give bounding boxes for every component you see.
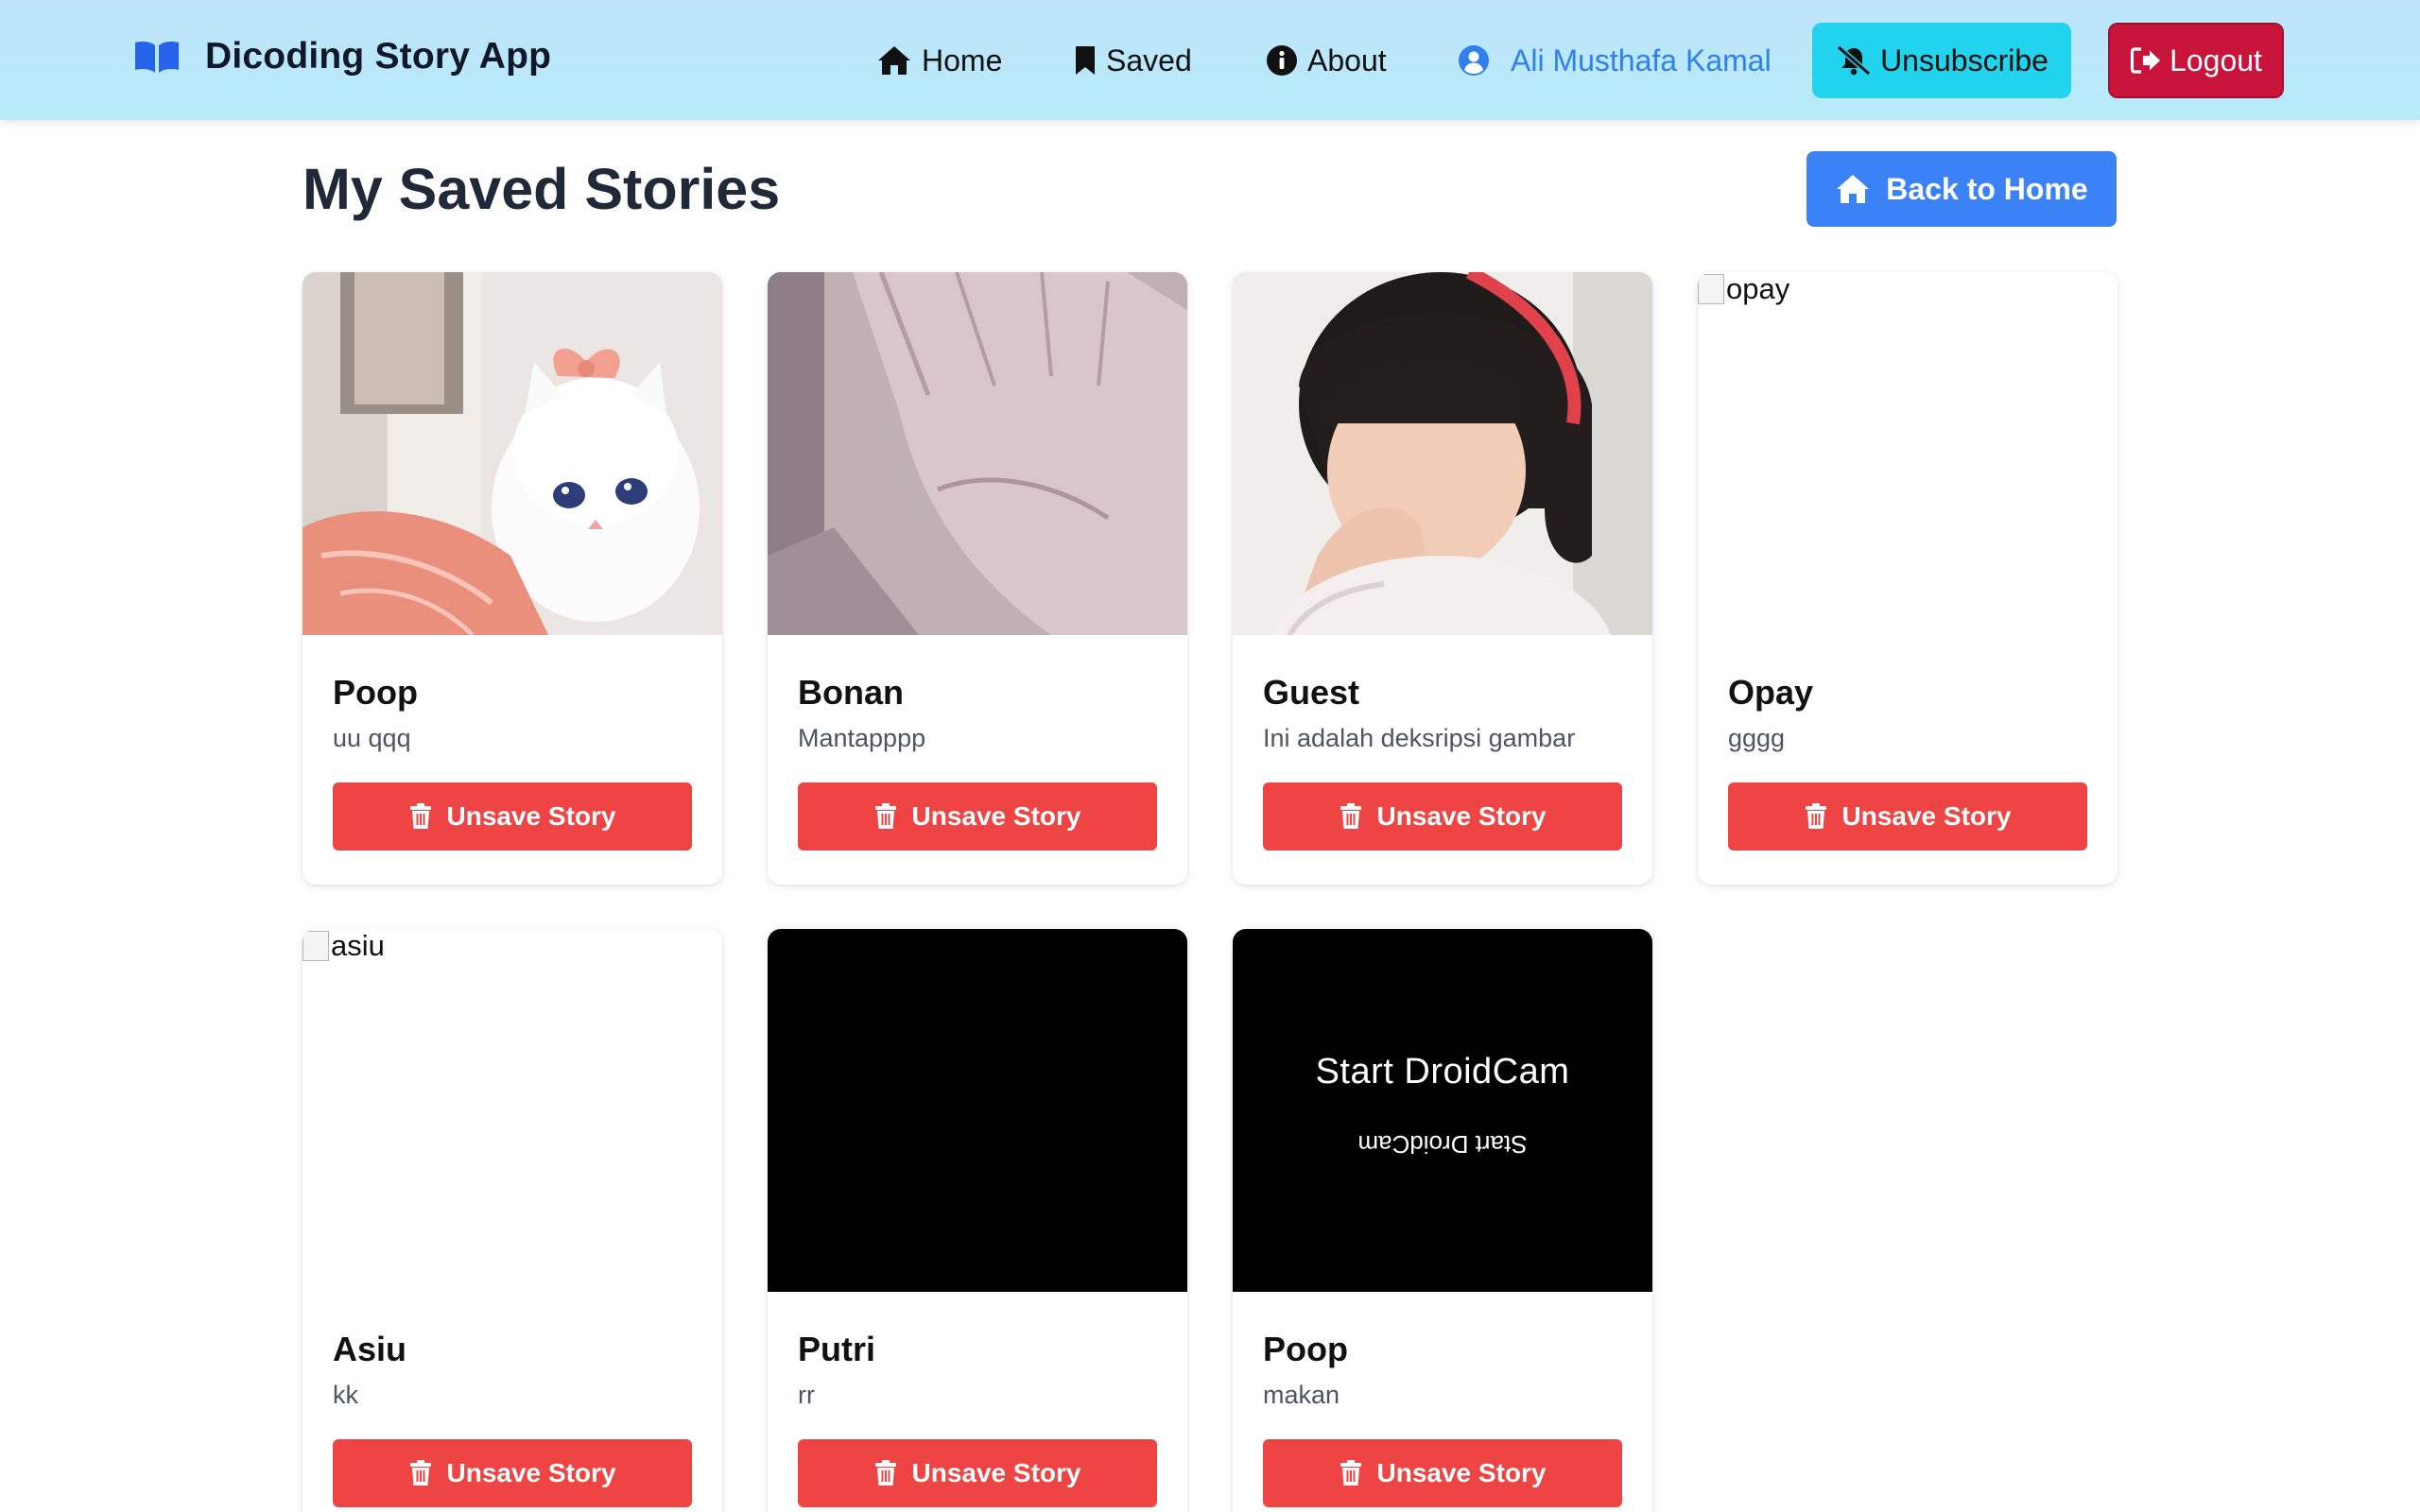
story-card: Putri rr Unsave Story — [768, 929, 1187, 1512]
logout-button[interactable]: Logout — [2108, 23, 2284, 98]
story-description: Ini adalah deksripsi gambar — [1263, 724, 1576, 752]
story-image: Start DroidCam Start DroidCam — [1233, 929, 1652, 1292]
trash-icon — [409, 803, 431, 829]
home-icon — [878, 46, 910, 75]
bookmark-icon — [1076, 46, 1095, 75]
white-cat-photo — [302, 272, 722, 635]
info-circle-icon — [1267, 45, 1297, 76]
broken-image-icon — [1698, 274, 1724, 304]
unsave-story-label: Unsave Story — [1841, 801, 2012, 831]
image-alt-text: asiu — [331, 929, 385, 962]
unsave-story-button[interactable]: Unsave Story — [1728, 782, 2087, 850]
unsave-story-label: Unsave Story — [446, 1458, 616, 1487]
story-name: Poop — [333, 673, 418, 712]
logout-label: Logout — [2169, 43, 2262, 77]
unsubscribe-label: Unsubscribe — [1880, 43, 2048, 77]
droidcam-overlay-text: Start DroidCam — [1315, 1052, 1570, 1091]
unsave-story-button[interactable]: Unsave Story — [798, 782, 1157, 850]
story-description: makan — [1263, 1381, 1340, 1409]
nav-about-link[interactable]: About — [1266, 38, 1387, 83]
trash-icon — [1340, 1460, 1361, 1486]
broken-image-icon — [302, 931, 329, 961]
unsubscribe-button[interactable]: Unsubscribe — [1812, 23, 2071, 98]
unsave-story-label: Unsave Story — [911, 1458, 1081, 1487]
trash-icon — [409, 1460, 431, 1486]
story-name: Asiu — [333, 1330, 407, 1368]
unsave-story-label: Unsave Story — [446, 801, 616, 831]
story-name: Bonan — [798, 673, 904, 712]
story-image — [302, 272, 722, 635]
hand-photo — [768, 272, 1187, 635]
unsave-story-label: Unsave Story — [1376, 801, 1547, 831]
story-description: rr — [798, 1381, 815, 1409]
story-image: opay — [1698, 272, 2118, 635]
nav-saved-link[interactable]: Saved — [1074, 38, 1192, 83]
story-name: Guest — [1263, 673, 1360, 712]
trash-icon — [874, 803, 896, 829]
story-name: Putri — [798, 1330, 876, 1368]
user-profile-link[interactable]: Ali Musthafa Kamal — [1458, 38, 1772, 83]
page-title: My Saved Stories — [302, 157, 781, 221]
crying-child-photo — [1233, 272, 1652, 635]
black-photo — [768, 929, 1187, 1292]
nav-home-label: Home — [922, 43, 1003, 77]
user-circle-icon — [1459, 45, 1489, 76]
story-image — [768, 272, 1187, 635]
nav-about-label: About — [1307, 43, 1387, 77]
trash-icon — [1340, 803, 1361, 829]
navbar: Dicoding Story App Home Saved About Ali … — [0, 0, 2420, 120]
story-card: Guest Ini adalah deksripsi gambar Unsave… — [1233, 272, 1652, 885]
back-to-home-label: Back to Home — [1886, 171, 2088, 206]
story-card: Bonan Mantapppp Unsave Story — [768, 272, 1187, 885]
story-card: Start DroidCam Start DroidCam Poop makan… — [1233, 929, 1652, 1512]
story-description: uu qqq — [333, 724, 411, 752]
story-card: asiu Asiu kk Unsave Story — [302, 929, 722, 1512]
nav-saved-label: Saved — [1106, 43, 1192, 77]
user-name: Ali Musthafa Kamal — [1511, 43, 1772, 77]
unsave-story-button[interactable]: Unsave Story — [798, 1439, 1157, 1507]
trash-icon — [1805, 803, 1826, 829]
story-description: Mantapppp — [798, 724, 926, 752]
story-image — [1233, 272, 1652, 635]
sign-out-icon — [2130, 47, 2161, 74]
story-card: opay Opay gggg Unsave Story — [1698, 272, 2118, 885]
unsave-story-button[interactable]: Unsave Story — [333, 1439, 692, 1507]
brand[interactable]: Dicoding Story App — [133, 36, 551, 77]
unsave-story-button[interactable]: Unsave Story — [1263, 1439, 1622, 1507]
story-description: kk — [333, 1381, 358, 1409]
broken-image: asiu — [302, 929, 385, 963]
nav-home-link[interactable]: Home — [876, 38, 1002, 83]
unsave-story-button[interactable]: Unsave Story — [1263, 782, 1622, 850]
story-card: Poop uu qqq Unsave Story — [302, 272, 722, 885]
broken-image: opay — [1698, 272, 1789, 306]
story-image — [768, 929, 1187, 1292]
bell-slash-icon — [1837, 44, 1872, 77]
book-open-icon — [135, 42, 179, 73]
unsave-story-button[interactable]: Unsave Story — [333, 782, 692, 850]
story-name: Opay — [1728, 673, 1814, 712]
unsave-story-label: Unsave Story — [911, 801, 1081, 831]
home-icon — [1837, 175, 1870, 203]
unsave-story-label: Unsave Story — [1376, 1458, 1547, 1487]
trash-icon — [874, 1460, 896, 1486]
droidcam-mirrored-text: Start DroidCam — [1357, 1130, 1528, 1159]
story-name: Poop — [1263, 1330, 1348, 1368]
image-alt-text: opay — [1726, 272, 1790, 305]
story-description: gggg — [1728, 724, 1786, 752]
app-title: Dicoding Story App — [205, 36, 552, 77]
back-to-home-button[interactable]: Back to Home — [1806, 151, 2117, 227]
story-image: asiu — [302, 929, 722, 1292]
